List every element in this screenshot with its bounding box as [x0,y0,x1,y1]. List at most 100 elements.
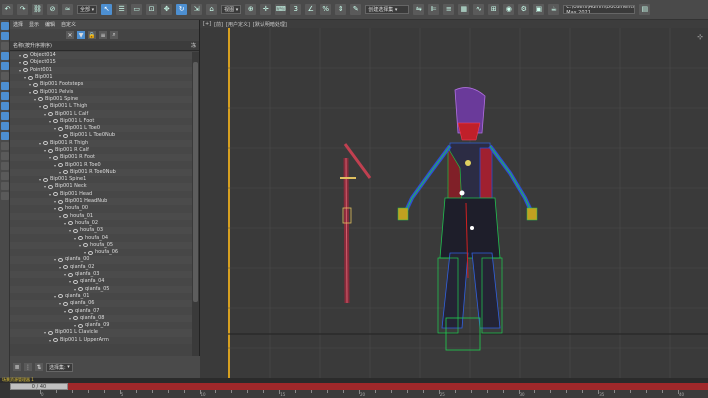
mirror-icon[interactable]: ⇋ [413,4,425,15]
tree-row[interactable]: ▾ Object015 [10,59,193,67]
visibility-eye-icon[interactable] [78,323,83,328]
tree-row[interactable]: ▾ qianfa_01 [10,292,193,301]
visibility-eye-icon[interactable] [48,330,53,335]
light-filter-icon[interactable] [1,102,9,110]
angle-snap-icon[interactable]: ∠ [305,4,317,15]
timeline-ruler[interactable]: 0 5 10 15 20 25 30 35 40 [10,390,708,398]
menu-select[interactable]: 选择 [13,21,23,28]
tree-row[interactable]: ▾ qianfa_09 [10,321,193,330]
tree-row[interactable]: ▾ houfa_05 [10,241,193,250]
tree-row[interactable]: ▾ Bip001 R Thigh [10,139,193,147]
named-selection-set-select[interactable]: 创建选择集 ▾ [365,5,410,14]
toggle-ribbon-icon[interactable]: ▦ [458,4,470,15]
visibility-eye-icon[interactable] [33,90,38,95]
container-filter-icon[interactable] [1,172,9,180]
layers-icon[interactable]: ≡ [99,31,107,39]
visibility-eye-icon[interactable] [48,112,53,117]
visibility-eye-icon[interactable] [78,287,83,292]
tree-row[interactable]: ▾ Bip001 Neck [10,183,193,191]
menu-display[interactable]: 显示 [29,21,39,28]
project-path-field[interactable]: C:\Users\Admin\Documents\3ds Max 2021 [563,5,636,14]
tree-row[interactable]: ▾ Bip001 L UpperArm [10,336,193,344]
edit-named-selection-icon[interactable]: ✎ [350,4,362,15]
material-editor-icon[interactable]: ◉ [503,4,515,15]
tree-row[interactable]: ▾ Bip001 L Clavicle [10,329,193,337]
rect-selection-icon[interactable]: ▭ [131,4,143,15]
keyboard-shortcut-icon[interactable]: ⌨ [275,4,287,15]
layer-toggle-icon[interactable]: ≣ [13,363,21,371]
tree-scrollbar-thumb[interactable] [193,62,198,302]
align-icon[interactable]: ⊫ [428,4,440,15]
visibility-eye-icon[interactable] [53,338,58,343]
menu-customize[interactable]: 自定义 [61,21,76,28]
tree-row[interactable]: ▾ Point001 [10,66,193,74]
unlink-icon[interactable]: ⊘ [47,4,58,15]
visibility-eye-icon[interactable] [63,214,68,219]
manipulate-icon[interactable]: ✛ [260,4,272,15]
frozen-column-header[interactable]: 冻 [191,42,196,49]
visibility-eye-icon[interactable] [58,126,63,131]
group-filter-icon[interactable] [1,142,9,150]
tree-row[interactable]: ▾ Bip001 R Foot [10,154,193,162]
tree-row[interactable]: ▾ Bip001 R Calf [10,146,193,155]
select-by-name-icon[interactable]: ☰ [116,4,128,15]
perspective-viewport[interactable]: ⊹ [200,28,708,378]
render-frame-icon[interactable]: ▣ [533,4,545,15]
tree-row[interactable]: ▾ Bip001 HeadNub [10,197,193,206]
visibility-eye-icon[interactable] [63,170,68,175]
visibility-eye-icon[interactable] [58,257,63,262]
tree-row[interactable]: ▾ qianfa_03 [10,270,193,279]
viewport-shading-menu[interactable]: [默认明暗处理] [253,21,287,28]
tree-row[interactable]: ▾ Object014 [10,52,193,60]
tree-row[interactable]: ▾ Bip001 Footsteps [10,81,193,89]
visibility-eye-icon[interactable] [53,119,58,124]
reference-coordinate-select[interactable]: 视图 ▾ [221,5,242,14]
hierarchy-toggle-icon[interactable]: ⋮ [24,363,32,371]
tree-row[interactable]: ▾ Bip001 Head [10,190,193,198]
undo-icon[interactable]: ↶ [2,4,13,15]
tree-row[interactable]: ▾ qianfa_08 [10,314,193,322]
visibility-eye-icon[interactable] [73,279,78,284]
visibility-eye-icon[interactable] [73,316,78,321]
viewport-camera-menu[interactable]: [用户定义] [226,21,250,28]
visibility-eye-icon[interactable] [68,309,73,314]
tree-row[interactable]: ▾ Bip001 Spine [10,95,193,104]
visibility-eye-icon[interactable] [23,53,28,58]
tree-row[interactable]: ▾ Bip001 L Toe0 [10,124,193,133]
visibility-eye-icon[interactable] [48,148,53,153]
visibility-eye-icon[interactable] [58,199,63,204]
tree-row[interactable]: ▾ qianfa_00 [10,256,193,264]
tree-column-header[interactable]: 名称(按升序排序) 冻 [10,41,199,51]
hierarchy-tool-icon[interactable] [1,42,9,50]
folder-icon[interactable]: ▤ [639,4,651,15]
viewcube-axis-icon[interactable]: ⊹ [697,33,703,41]
visibility-eye-icon[interactable] [48,184,53,189]
name-column-header[interactable]: 名称(按升序排序) [13,42,52,49]
tree-row[interactable]: ▾ qianfa_05 [10,285,193,293]
visibility-eye-icon[interactable] [58,206,63,211]
schematic-view-icon[interactable]: ⊞ [488,4,500,15]
bind-space-warp-icon[interactable]: ≈ [62,4,73,15]
tree-row[interactable]: ▾ Bip001 R Toe0Nub [10,168,193,177]
search-icon[interactable]: ⌕ [110,31,118,39]
visibility-eye-icon[interactable] [58,294,63,299]
viewport-plus-menu[interactable]: [+] [203,21,211,27]
hidden-filter-icon[interactable] [1,192,9,200]
visibility-eye-icon[interactable] [63,265,68,270]
visibility-eye-icon[interactable] [63,301,68,306]
spacewarp-filter-icon[interactable] [1,132,9,140]
visibility-eye-icon[interactable] [53,192,58,197]
visibility-eye-icon[interactable] [88,250,93,255]
percent-snap-icon[interactable]: % [320,4,332,15]
visibility-eye-icon[interactable] [83,243,88,248]
visibility-eye-icon[interactable] [28,75,33,80]
bone-filter-icon[interactable] [1,162,9,170]
layer-explorer-icon[interactable]: ≡ [443,4,455,15]
render-setup-icon[interactable]: ⚙ [518,4,530,15]
frozen-filter-icon[interactable] [1,182,9,190]
selection-set-select[interactable]: 选择集: ▾ [46,362,73,372]
tree-row[interactable]: ▾ Bip001 Spine1 [10,176,193,184]
geometry-filter-icon[interactable] [1,82,9,90]
sort-tool-icon[interactable] [1,62,9,70]
visibility-eye-icon[interactable] [43,177,48,182]
